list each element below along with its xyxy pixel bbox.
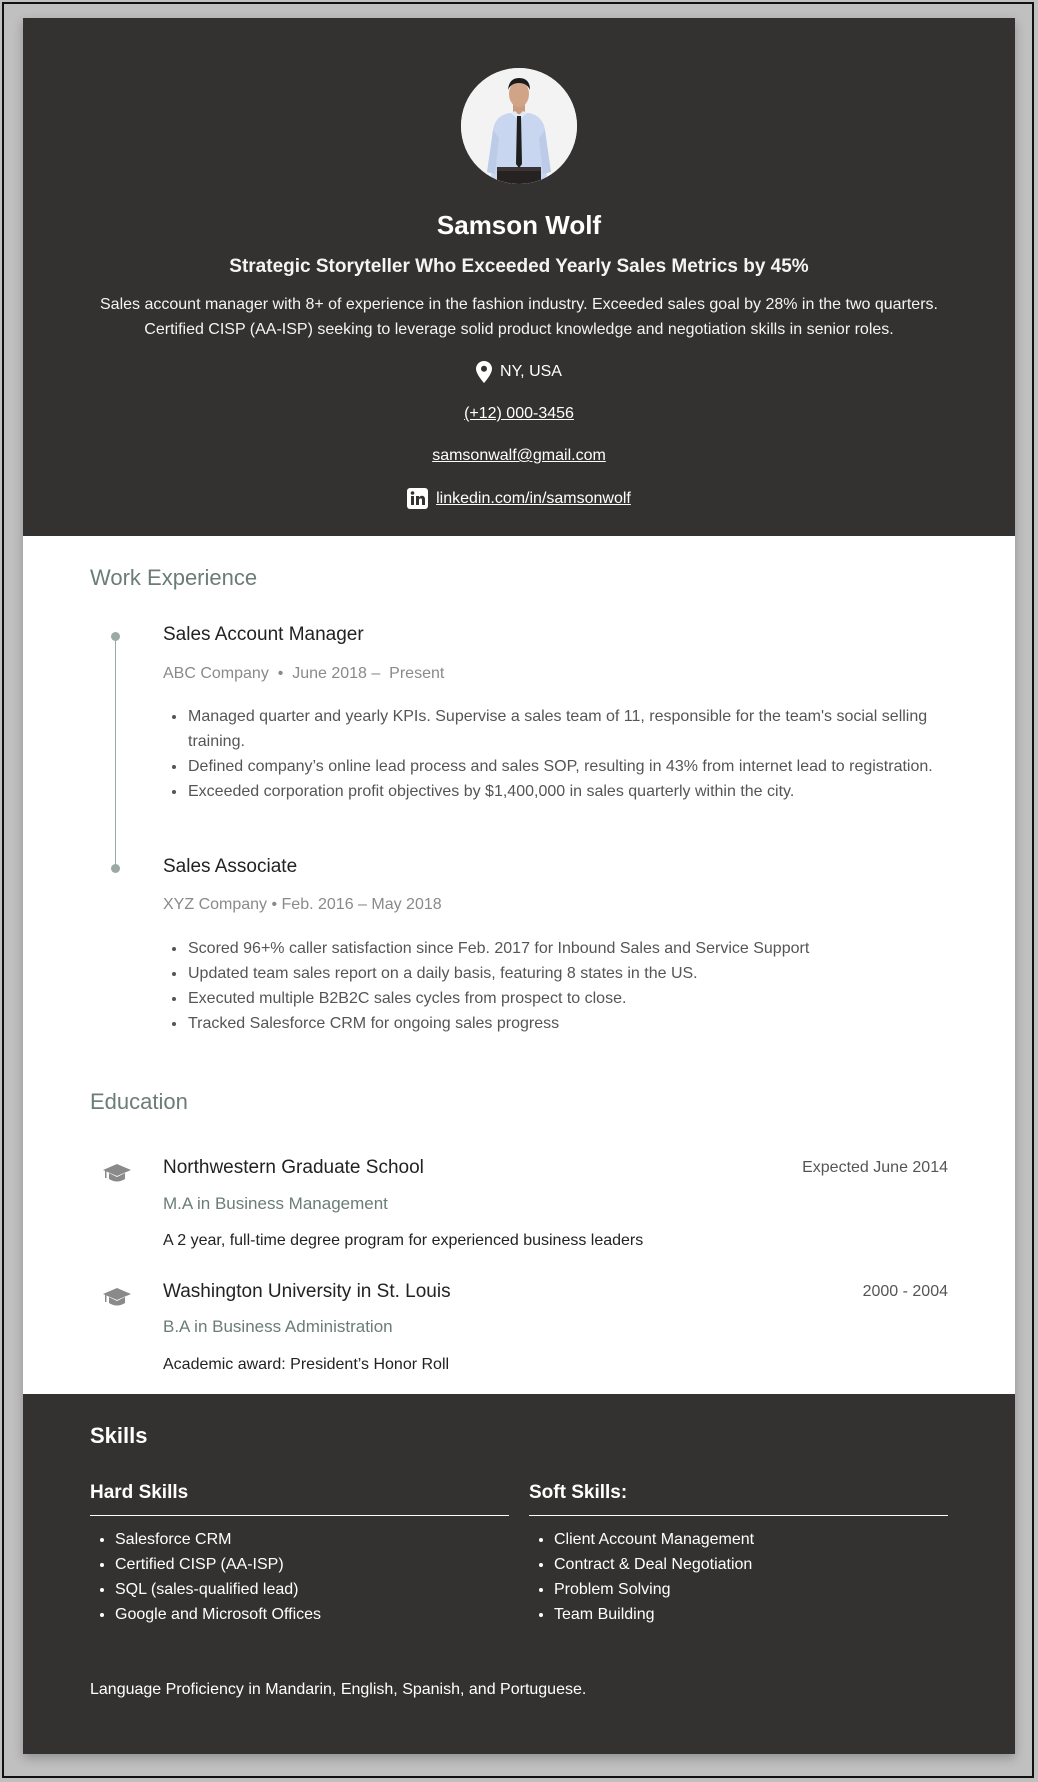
work-experience-heading: Work Experience (90, 565, 258, 590)
skill-item: Google and Microsoft Offices (115, 1602, 509, 1627)
degree: B.A in Business Administration (163, 1317, 393, 1336)
map-pin-icon (476, 361, 493, 383)
linkedin-link[interactable]: linkedin.com/in/samsonwolf (436, 490, 631, 508)
graduation-cap-icon (103, 1288, 131, 1306)
resume-header: Samson Wolf Strategic Storyteller Who Ex… (23, 18, 1015, 536)
linkedin-icon (407, 488, 429, 509)
education-description: Academic award: President’s Honor Roll (163, 1356, 450, 1373)
skill-item: Client Account Management (554, 1527, 948, 1552)
school-name: Northwestern Graduate School (163, 1157, 424, 1178)
education-date: 2000 - 2004 (862, 1283, 948, 1300)
skills-section: Skills Hard Skills Salesforce CRM Certif… (23, 1394, 1015, 1754)
graduation-cap-icon (103, 1164, 131, 1182)
phone-row: (+12) 000-3456 (23, 405, 1015, 423)
linkedin-row: linkedin.com/in/samsonwolf (23, 488, 1015, 514)
degree: M.A in Business Management (163, 1194, 388, 1213)
candidate-name: Samson Wolf (436, 210, 602, 240)
summary: Sales account manager with 8+ of experie… (100, 296, 938, 338)
job-bullet: Managed quarter and yearly KPIs. Supervi… (187, 704, 943, 754)
language-proficiency: Language Proficiency in Mandarin, Englis… (90, 1681, 587, 1698)
profile-photo (461, 68, 577, 184)
timeline-line (115, 636, 116, 870)
resume-page: Samson Wolf Strategic Storyteller Who Ex… (23, 18, 1015, 1754)
soft-skills-heading: Soft Skills: (529, 1482, 628, 1503)
job-bullet: Defined company’s online lead process an… (187, 754, 943, 779)
job-title: Sales Associate (163, 856, 298, 877)
job-bullet: Exceeded corporation profit objectives b… (187, 779, 943, 804)
hard-skills-heading: Hard Skills (90, 1482, 189, 1503)
email-link[interactable]: samsonwalf@gmail.com (432, 447, 606, 464)
job-bullets: Managed quarter and yearly KPIs. Supervi… (163, 704, 943, 804)
education-date: Expected June 2014 (802, 1159, 948, 1176)
location-text: NY, USA (500, 363, 562, 380)
headline: Strategic Storyteller Who Exceeded Yearl… (229, 256, 809, 277)
job-bullet: Tracked Salesforce CRM for ongoing sales… (187, 1011, 943, 1036)
phone-link[interactable]: (+12) 000-3456 (464, 405, 574, 422)
job-meta: XYZ Company • Feb. 2016 – May 2018 (163, 896, 442, 913)
skill-item: Contract & Deal Negotiation (554, 1552, 948, 1577)
job-bullet: Scored 96+% caller satisfaction since Fe… (187, 936, 943, 961)
skill-item: Team Building (554, 1602, 948, 1627)
person-photo-illustration (461, 68, 577, 184)
school-name: Washington University in St. Louis (163, 1281, 451, 1302)
hard-skills-divider (90, 1515, 509, 1516)
soft-skills-list: Client Account Management Contract & Dea… (529, 1527, 948, 1627)
email-row: samsonwalf@gmail.com (23, 447, 1015, 465)
skill-item: SQL (sales-qualified lead) (115, 1577, 509, 1602)
soft-skills-divider (529, 1515, 948, 1516)
timeline-dot (111, 864, 120, 873)
job-bullet: Updated team sales report on a daily bas… (187, 961, 943, 986)
skills-heading: Skills (90, 1423, 148, 1448)
location-row: NY, USA (23, 361, 1015, 388)
job-bullet: Executed multiple B2B2C sales cycles fro… (187, 986, 943, 1011)
hard-skills-list: Salesforce CRM Certified CISP (AA-ISP) S… (90, 1527, 509, 1627)
job-bullets: Scored 96+% caller satisfaction since Fe… (163, 936, 943, 1036)
education-heading: Education (90, 1089, 188, 1114)
skill-item: Problem Solving (554, 1577, 948, 1602)
education-description: A 2 year, full-time degree program for e… (163, 1232, 644, 1249)
timeline-dot (111, 632, 120, 641)
skill-item: Salesforce CRM (115, 1527, 509, 1552)
job-title: Sales Account Manager (163, 624, 364, 645)
job-meta: ABC Company • June 2018 – Present (163, 665, 445, 682)
skill-item: Certified CISP (AA-ISP) (115, 1552, 509, 1577)
